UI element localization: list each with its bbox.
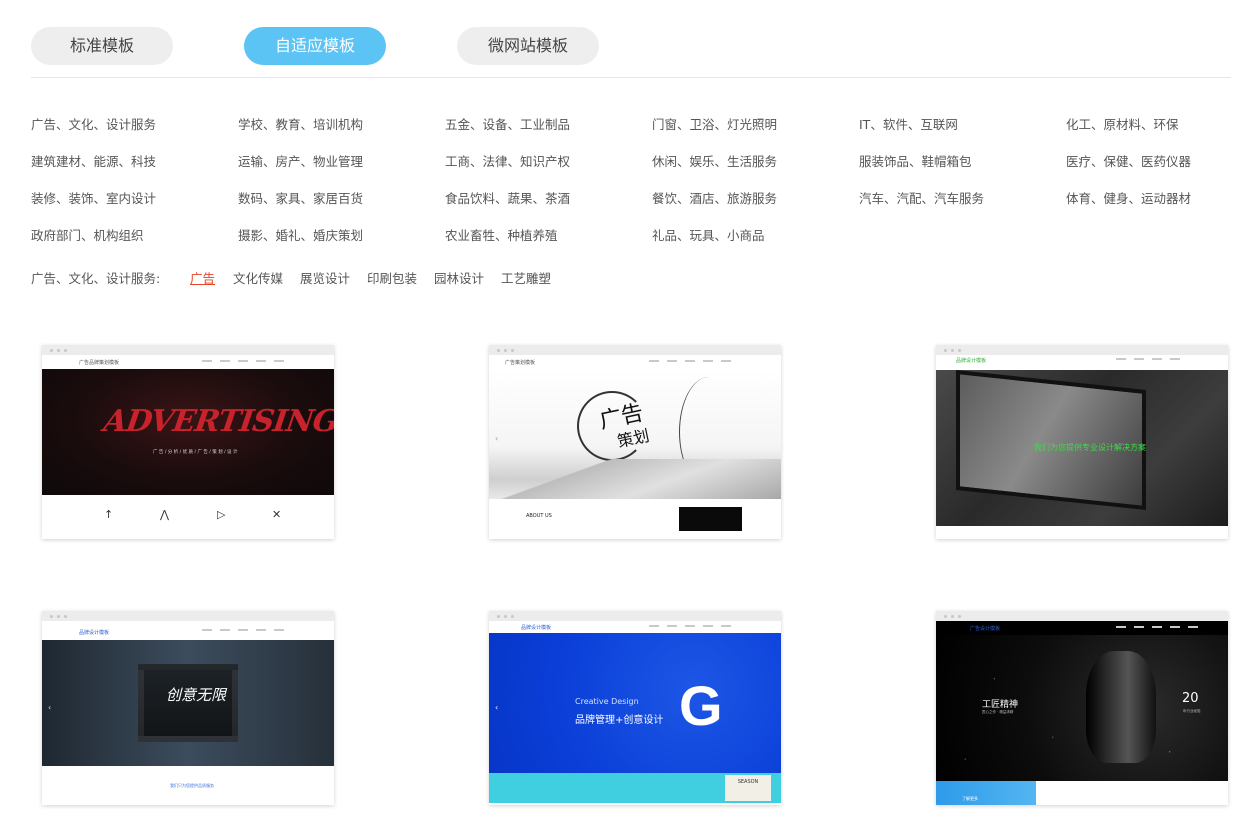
category-link[interactable]: 数码、家具、家居百货	[238, 188, 363, 207]
preview-hero: 我们为您提供专业设计解决方案	[936, 370, 1228, 526]
hero-title: 我们为您提供专业设计解决方案	[1034, 443, 1146, 452]
hero-letter: G	[679, 674, 723, 737]
preview-brand: 广告设计模板	[970, 626, 1001, 632]
category-link[interactable]: 餐饮、酒店、旅游服务	[652, 188, 777, 207]
hero-title: 创意无限	[166, 686, 227, 704]
hero-title: Creative Design	[575, 697, 639, 706]
browser-bar	[489, 611, 781, 621]
preview-brand: 品牌设计模板	[521, 625, 552, 631]
subcategory-link[interactable]: 园林设计	[434, 268, 484, 287]
tab-responsive-template[interactable]: 自适应模板	[244, 27, 386, 65]
category-link[interactable]: 工商、法律、知识产权	[445, 151, 570, 170]
tab-standard-template[interactable]: 标准模板	[31, 27, 173, 65]
hero-number-label: 年行业经验	[1183, 709, 1201, 713]
hero-number: 20	[1182, 691, 1199, 706]
category-link[interactable]: 化工、原材料、环保	[1066, 114, 1179, 133]
tab-microsite-template[interactable]: 微网站模板	[457, 27, 599, 65]
hero-subtitle: 品牌管理+创意设计	[575, 715, 664, 726]
category-link[interactable]: 休闲、娱乐、生活服务	[652, 151, 777, 170]
template-card[interactable]: 品牌设计模板 创意无限 ‹ 我们只为您提供品质服务	[42, 611, 334, 805]
category-link[interactable]: 五金、设备、工业制品	[445, 114, 570, 133]
browser-bar	[489, 345, 781, 355]
browser-bar	[42, 611, 334, 621]
hero-title-2: 策划	[615, 425, 651, 452]
category-link[interactable]: 摄影、婚礼、婚庆策划	[238, 225, 363, 244]
preview-brand: 广告品牌策划模板	[79, 360, 120, 366]
subcategory-link[interactable]: 文化传媒	[233, 268, 283, 287]
category-link[interactable]: 汽车、汽配、汽车服务	[859, 188, 984, 207]
hero-subtitle: 广 告 / 分 析 / 优 质 / 广 告 / 策 划 / 设 计	[153, 450, 238, 455]
template-card[interactable]: 广告品牌策划模板 ADVERTISING 广 告 / 分 析 / 优 质 / 广…	[42, 345, 334, 539]
preview-brand: 品牌设计模板	[956, 358, 987, 364]
divider	[31, 77, 1231, 78]
category-link[interactable]: 学校、教育、培训机构	[238, 114, 363, 133]
preview-footer: ↑ ⋀ ▷ ✕	[42, 495, 334, 539]
template-card[interactable]: 品牌设计模板 我们为您提供专业设计解决方案	[936, 345, 1228, 539]
preview-hero: 广告 策划 ‹	[489, 369, 781, 499]
category-link[interactable]: 政府部门、机构组织	[31, 225, 144, 244]
template-type-tabs: 标准模板 自适应模板 微网站模板	[31, 27, 1231, 65]
hero-subtitle: 匠心之作 · 精益求精	[982, 710, 1014, 714]
category-link[interactable]: 运输、房产、物业管理	[238, 151, 363, 170]
preview-brand: 品牌设计模板	[79, 630, 110, 636]
category-link[interactable]: 广告、文化、设计服务	[31, 114, 156, 133]
subcategory-label: 广告、文化、设计服务:	[31, 271, 161, 286]
preview-button: 了解更多	[936, 781, 1036, 805]
category-link[interactable]: 建筑建材、能源、科技	[31, 151, 156, 170]
preview-link: 我们只为您提供品质服务	[170, 783, 214, 788]
browser-bar	[936, 611, 1228, 621]
preview-footer: SEASON	[489, 773, 781, 803]
subcategory-link[interactable]: 展览设计	[300, 268, 350, 287]
preview-footer	[936, 526, 1228, 539]
preview-nav: 广告品牌策划模板	[42, 355, 334, 369]
template-card[interactable]: 品牌设计模板 Creative Design 品牌管理+创意设计 G ‹ SEA…	[489, 611, 781, 805]
preview-nav: 品牌设计模板	[42, 621, 334, 640]
preview-hero: ADVERTISING 广 告 / 分 析 / 优 质 / 广 告 / 策 划 …	[42, 369, 334, 495]
category-link[interactable]: 农业畜牲、种植养殖	[445, 225, 558, 244]
subcategory-link[interactable]: 工艺雕塑	[501, 268, 551, 287]
subcategory-link-active[interactable]: 广告	[190, 268, 215, 287]
browser-bar	[42, 345, 334, 355]
template-card[interactable]: 广告策划模板 广告 策划 ‹ ABOUT US	[489, 345, 781, 539]
preview-button-label: 了解更多	[962, 796, 978, 801]
compass-icon: ⋀	[160, 508, 170, 521]
browser-bar	[936, 345, 1228, 355]
preview-nav: 广告设计模板	[936, 621, 1228, 635]
play-icon: ▷	[217, 508, 226, 521]
subcategory-link[interactable]: 印刷包装	[367, 268, 417, 287]
preview-footer: 我们只为您提供品质服务	[42, 766, 334, 805]
preview-nav: 广告策划模板	[489, 355, 781, 369]
chevron-left-icon: ‹	[48, 703, 52, 712]
category-link[interactable]: IT、软件、互联网	[859, 114, 958, 133]
preview-nav: 品牌设计模板	[489, 621, 781, 633]
category-link[interactable]: 礼品、玩具、小商品	[652, 225, 765, 244]
template-card[interactable]: 广告设计模板 工匠精神 匠心之作 · 精益求精 20 年行业经验 了解更多	[936, 611, 1228, 805]
preview-nav: 品牌设计模板	[936, 355, 1228, 370]
hero-title: 工匠精神	[982, 700, 1019, 710]
category-link[interactable]: 体育、健身、运动器材	[1066, 188, 1191, 207]
chevron-left-icon: ‹	[495, 703, 499, 712]
category-link[interactable]: 食品饮料、蔬果、茶酒	[445, 188, 570, 207]
section-title: ABOUT US	[526, 513, 552, 519]
promo-card: SEASON	[725, 775, 771, 801]
preview-brand: 广告策划模板	[505, 360, 536, 366]
chevron-left-icon: ‹	[495, 434, 499, 443]
preview-footer: 了解更多	[936, 781, 1228, 805]
preview-hero: 创意无限 ‹	[42, 640, 334, 766]
close-icon: ✕	[272, 508, 282, 521]
arrow-up-icon: ↑	[104, 508, 114, 521]
category-link[interactable]: 医疗、保健、医药仪器	[1066, 151, 1191, 170]
preview-hero: 工匠精神 匠心之作 · 精益求精 20 年行业经验	[936, 635, 1228, 781]
preview-hero: Creative Design 品牌管理+创意设计 G ‹	[489, 633, 781, 773]
hero-title: ADVERTISING	[101, 404, 334, 439]
category-link[interactable]: 门窗、卫浴、灯光照明	[652, 114, 777, 133]
preview-footer: ABOUT US	[489, 499, 781, 539]
category-link[interactable]: 服装饰品、鞋帽箱包	[859, 151, 972, 170]
category-link[interactable]: 装修、装饰、室内设计	[31, 188, 156, 207]
